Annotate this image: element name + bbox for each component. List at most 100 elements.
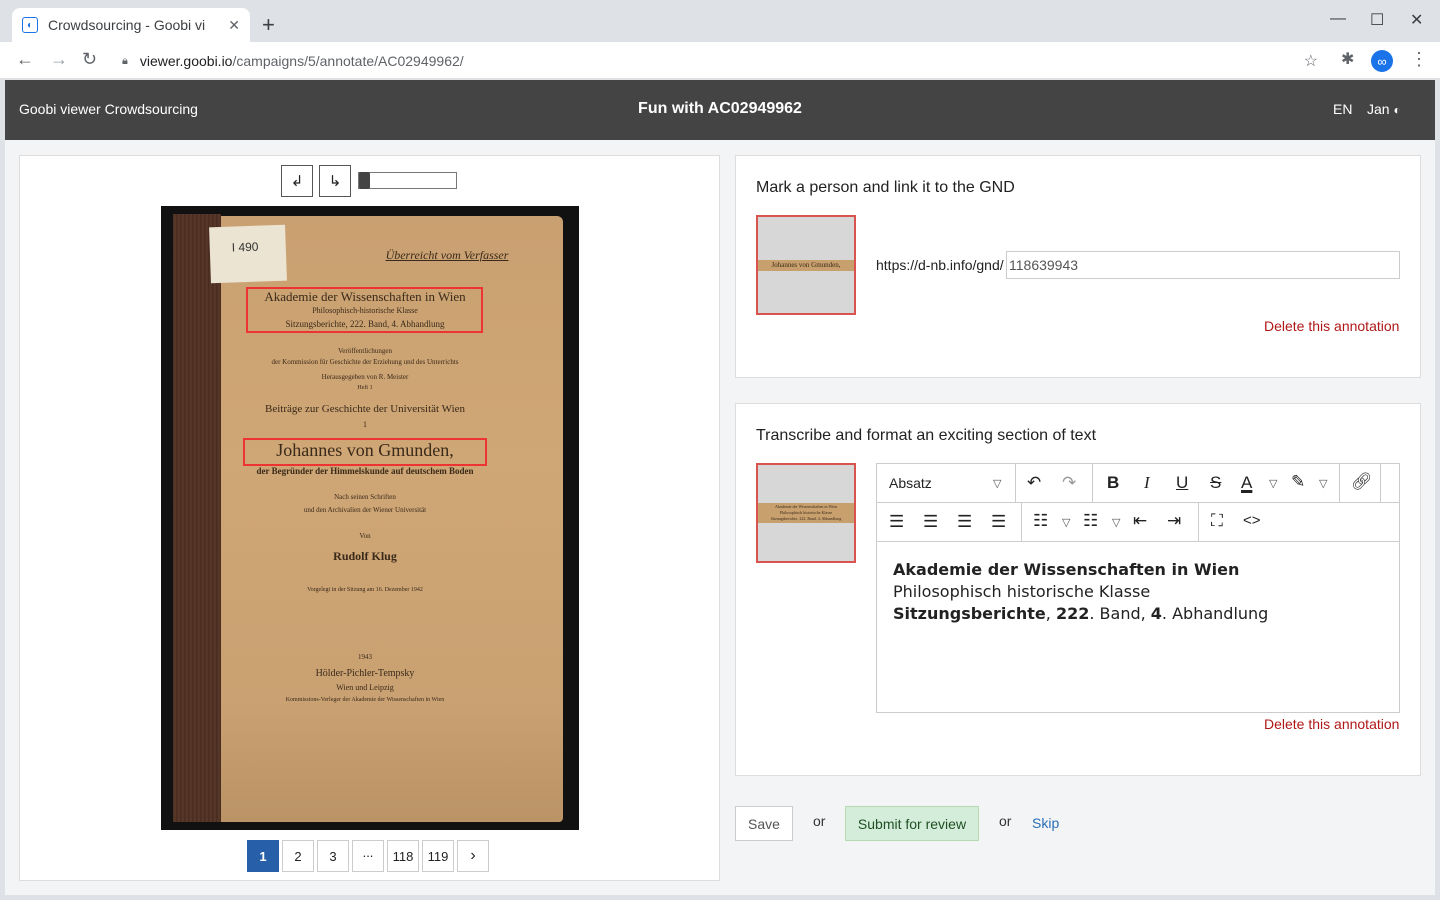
italic-icon[interactable]: I	[1144, 473, 1150, 493]
url-path: /campaigns/5/annotate/AC02949962/	[232, 53, 464, 69]
rich-text-editor[interactable]: Absatz ▽ ↶ ↷ B I U S A ▽ ✎ ▽ 🔗︎ ☰ ☰ ☰ ☰ …	[876, 463, 1400, 713]
app-header: Goobi viewer Crowdsourcing Fun with AC02…	[5, 80, 1435, 140]
address-bar[interactable]: 🔒︎ viewer.goobi.io/campaigns/5/annotate/…	[112, 47, 1332, 75]
editor-line-1: Akademie der Wissenschaften in Wien	[893, 560, 1240, 579]
editor-toolbar-row-2: ☰ ☰ ☰ ☰ ☷ ▽ ☷ ▽ ⇤ ⇥ ⛶ <>	[877, 503, 1399, 542]
zoom-slider[interactable]	[358, 172, 457, 189]
scan-subtitle: der Begründer der Himmelskunde auf deuts…	[256, 466, 474, 476]
undo-icon[interactable]: ↶	[1027, 473, 1041, 493]
page-button-119[interactable]: 119	[422, 840, 454, 872]
numbered-list-icon[interactable]: ☷	[1083, 511, 1098, 531]
transcription-thumb-strip: Akademie der Wissenschaften in Wien Phil…	[758, 503, 854, 523]
scan-presented: Vorgelegt in der Sitzung am 16. Dezember…	[307, 587, 423, 593]
gnd-url-prefix: https://d-nb.info/gnd/	[876, 257, 1004, 273]
editor-content[interactable]: Akademie der Wissenschaften in Wien Phil…	[893, 559, 1268, 625]
profile-avatar-icon[interactable]: ∞	[1371, 50, 1393, 72]
lock-icon: 🔒︎	[122, 54, 128, 67]
scan-publ-4: Heft 1	[357, 385, 373, 391]
language-switcher[interactable]: EN	[1333, 101, 1352, 117]
minimize-icon[interactable]: —	[1330, 10, 1346, 28]
fullscreen-icon[interactable]: ⛶	[1211, 511, 1223, 531]
editor-line-3-text-d: . Band,	[1089, 604, 1151, 623]
browser-tab[interactable]: ◐ Crowdsourcing - Goobi vi ✕	[12, 8, 250, 42]
reload-icon[interactable]: ↻	[82, 49, 97, 70]
toolbar-separator	[1380, 464, 1381, 503]
transcription-annotation-thumbnail[interactable]: Akademie der Wissenschaften in Wien Phil…	[756, 463, 856, 563]
toolbar-separator	[1339, 464, 1340, 503]
user-menu[interactable]: Jan ◐	[1367, 101, 1401, 117]
person-thumb-text: Johannes von Gmunden,	[758, 260, 854, 271]
source-code-icon[interactable]: <>	[1243, 512, 1261, 529]
person-annotation-thumbnail[interactable]: Johannes von Gmunden,	[756, 215, 856, 315]
scan-publ-2: der Kommission für Geschichte der Erzieh…	[271, 358, 459, 366]
indent-icon[interactable]: ⇥	[1167, 511, 1181, 531]
thumb-line-3: Sitzungsberichte, 222. Band, 4. Abhandlu…	[770, 516, 842, 521]
browser-menu-icon[interactable]: ⋮	[1410, 49, 1428, 70]
next-page-button[interactable]: ›	[457, 840, 489, 872]
editor-toolbar-row-1: Absatz ▽ ↶ ↷ B I U S A ▽ ✎ ▽ 🔗︎	[877, 464, 1399, 503]
delete-transcription-annotation[interactable]: Delete this annotation	[1264, 716, 1399, 732]
maximize-icon[interactable]: ☐	[1370, 10, 1384, 30]
bookmark-star-icon[interactable]: ☆	[1304, 51, 1318, 71]
rotate-right-button[interactable]: ↳	[319, 165, 351, 197]
scan-publisher: Hölder-Pichler-Tempsky	[315, 668, 415, 679]
extensions-puzzle-icon[interactable]: ✱	[1341, 49, 1354, 69]
bulleted-list-chevron-icon[interactable]: ▽	[1062, 516, 1070, 529]
text-color-chevron-icon[interactable]: ▽	[1269, 477, 1277, 490]
user-avatar-icon: ◐	[1393, 103, 1401, 117]
editor-line-2: Philosophisch historische Klasse	[893, 582, 1151, 601]
skip-link[interactable]: Skip	[1032, 815, 1059, 831]
align-justify-icon[interactable]: ☰	[991, 512, 1006, 532]
bold-icon[interactable]: B	[1107, 473, 1119, 493]
new-tab-button[interactable]: +	[262, 12, 275, 38]
align-center-icon[interactable]: ☰	[923, 512, 938, 532]
editor-line-3-bold-e: 4	[1150, 604, 1162, 623]
page-button-2[interactable]: 2	[282, 840, 314, 872]
align-right-icon[interactable]: ☰	[957, 512, 972, 532]
page-button-1[interactable]: 1	[247, 840, 279, 872]
page-title: Fun with AC02949962	[638, 100, 802, 117]
save-button[interactable]: Save	[735, 806, 793, 841]
redo-icon[interactable]: ↷	[1062, 473, 1076, 493]
toolbar-separator	[1198, 503, 1199, 542]
editor-line-3-text-b: ,	[1045, 604, 1056, 623]
scan-series: Beiträge zur Geschichte der Universität …	[264, 403, 466, 415]
editor-line-3-bold-c: 222	[1055, 604, 1090, 623]
underline-icon[interactable]: U	[1176, 473, 1188, 493]
align-left-icon[interactable]: ☰	[889, 512, 904, 532]
link-icon[interactable]: 🔗︎	[1351, 472, 1373, 492]
format-dropdown-chevron-icon[interactable]: ▽	[993, 477, 1001, 490]
numbered-list-chevron-icon[interactable]: ▽	[1112, 516, 1120, 529]
rotate-left-button[interactable]: ↲	[281, 165, 313, 197]
or-separator: or	[999, 813, 1012, 829]
page-button-3[interactable]: 3	[317, 840, 349, 872]
strikethrough-icon[interactable]: S	[1210, 473, 1221, 493]
text-color-icon[interactable]: A	[1241, 473, 1252, 493]
book-spine	[173, 214, 221, 822]
or-separator: or	[813, 813, 826, 829]
scan-source-1: Nach seinen Schriften	[334, 493, 396, 501]
highlight-chevron-icon[interactable]: ▽	[1319, 477, 1327, 490]
annotation-box-person[interactable]	[243, 438, 487, 466]
highlight-icon[interactable]: ✎	[1291, 472, 1305, 492]
scan-source-2: und den Archivalien der Wiener Universit…	[303, 506, 427, 514]
bulleted-list-icon[interactable]: ☷	[1033, 511, 1048, 531]
page-button-118[interactable]: 118	[387, 840, 419, 872]
editor-line-3-bold-a: Sitzungsberichte	[893, 604, 1046, 623]
close-window-icon[interactable]: ✕	[1410, 10, 1423, 30]
rotate-right-icon: ↳	[328, 173, 342, 190]
close-tab-icon[interactable]: ✕	[228, 17, 240, 34]
scan-inscription: Überreicht vom Verfasser	[385, 248, 509, 262]
back-arrow-icon[interactable]: ←	[16, 49, 34, 70]
rotate-left-icon: ↲	[290, 173, 304, 190]
scan-imprint: Kommissions-Verleger der Akademie der Wi…	[285, 697, 445, 703]
annotation-box-transcription[interactable]	[246, 287, 483, 333]
gnd-id-input[interactable]	[1006, 251, 1400, 279]
delete-person-annotation[interactable]: Delete this annotation	[1264, 318, 1399, 334]
zoom-slider-handle[interactable]	[359, 172, 370, 189]
submit-for-review-button[interactable]: Submit for review	[845, 806, 979, 841]
paragraph-format-select[interactable]: Absatz	[889, 475, 932, 491]
toolbar-separator	[1092, 464, 1093, 503]
outdent-icon[interactable]: ⇤	[1133, 511, 1147, 531]
forward-arrow-icon[interactable]: →	[50, 49, 68, 70]
